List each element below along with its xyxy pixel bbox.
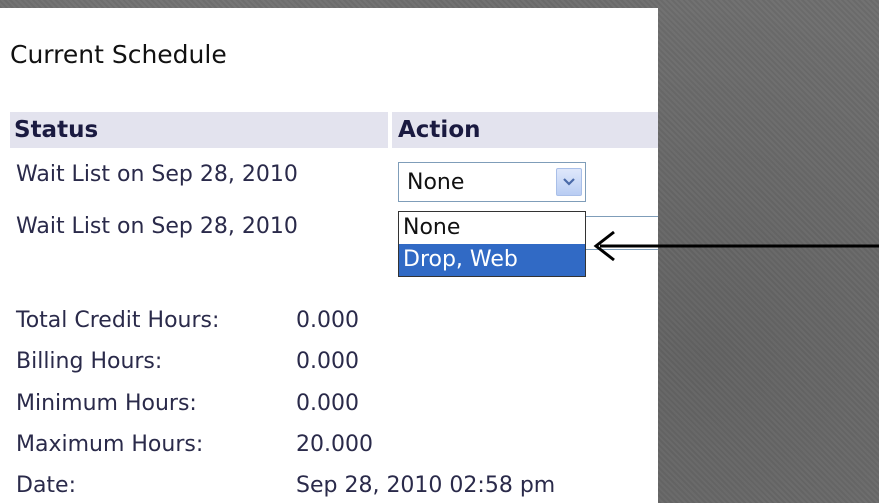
dropdown-option-drop-web[interactable]: Drop, Web bbox=[399, 244, 585, 276]
billing-hours-value: 0.000 bbox=[296, 349, 359, 374]
total-credit-hours-value: 0.000 bbox=[296, 308, 359, 333]
row-2-status: Wait List on Sep 28, 2010 bbox=[16, 214, 298, 239]
chevron-down-icon[interactable] bbox=[556, 168, 582, 196]
action-dropdown-list[interactable]: None Drop, Web bbox=[398, 211, 586, 277]
column-header-status: Status bbox=[10, 112, 388, 148]
action-select-value: None bbox=[407, 170, 465, 195]
minimum-hours-label: Minimum Hours: bbox=[16, 391, 197, 416]
schedule-panel: Current Schedule Status Action Wait List… bbox=[0, 8, 658, 503]
column-header-action: Action bbox=[392, 112, 658, 148]
row-1-status: Wait List on Sep 28, 2010 bbox=[16, 162, 298, 187]
action-select-row-1[interactable]: None bbox=[398, 162, 586, 202]
date-label: Date: bbox=[16, 473, 76, 498]
dropdown-option-none[interactable]: None bbox=[399, 212, 585, 244]
maximum-hours-value: 20.000 bbox=[296, 432, 373, 457]
billing-hours-label: Billing Hours: bbox=[16, 349, 163, 374]
maximum-hours-label: Maximum Hours: bbox=[16, 432, 204, 457]
date-value: Sep 28, 2010 02:58 pm bbox=[296, 473, 556, 498]
minimum-hours-value: 0.000 bbox=[296, 391, 359, 416]
total-credit-hours-label: Total Credit Hours: bbox=[16, 308, 220, 333]
page-title: Current Schedule bbox=[10, 40, 227, 69]
arrow-left-icon bbox=[593, 230, 879, 262]
